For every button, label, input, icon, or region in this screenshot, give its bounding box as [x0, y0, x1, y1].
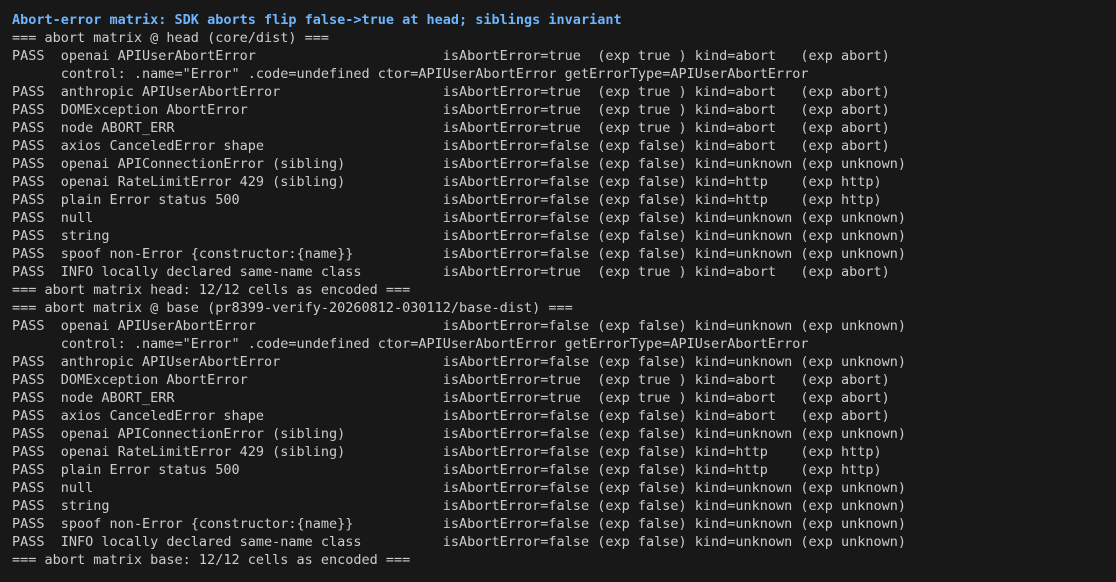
head-row-string: PASS string isAbortError=false (exp fals… [12, 228, 907, 244]
base-matrix-summary: === abort matrix base: 12/12 cells as en… [12, 552, 411, 568]
base-matrix-header: === abort matrix @ base (pr8399-verify-2… [12, 300, 573, 316]
head-row-axios-canceled: PASS axios CanceledError shape isAbortEr… [12, 138, 890, 154]
head-matrix-header: === abort matrix @ head (core/dist) === [12, 30, 329, 46]
base-row-openai-user-abort: PASS openai APIUserAbortError isAbortErr… [12, 318, 907, 334]
head-row-openai-connection: PASS openai APIConnectionError (sibling)… [12, 156, 907, 172]
terminal-output[interactable]: Abort-error matrix: SDK aborts flip fals… [0, 0, 1116, 582]
base-row-info-same-name-class: PASS INFO locally declared same-name cla… [12, 534, 907, 550]
head-row-node-abort-err: PASS node ABORT_ERR isAbortError=true (e… [12, 120, 890, 136]
head-row-openai-user-abort: PASS openai APIUserAbortError isAbortErr… [12, 48, 890, 64]
base-row-axios-canceled: PASS axios CanceledError shape isAbortEr… [12, 408, 890, 424]
head-row-anthropic-user-abort: PASS anthropic APIUserAbortError isAbort… [12, 84, 890, 100]
head-row-spoof-non-error: PASS spoof non-Error {constructor:{name}… [12, 246, 907, 262]
head-row-openai-ratelimit: PASS openai RateLimitError 429 (sibling)… [12, 174, 882, 190]
head-row-null: PASS null isAbortError=false (exp false)… [12, 210, 907, 226]
terminal-title: Abort-error matrix: SDK aborts flip fals… [12, 12, 622, 28]
base-row-openai-ratelimit: PASS openai RateLimitError 429 (sibling)… [12, 444, 882, 460]
base-row-plain-error-500: PASS plain Error status 500 isAbortError… [12, 462, 882, 478]
base-row-string: PASS string isAbortError=false (exp fals… [12, 498, 907, 514]
base-row-domexception-abort: PASS DOMException AbortError isAbortErro… [12, 372, 890, 388]
base-row-spoof-non-error: PASS spoof non-Error {constructor:{name}… [12, 516, 907, 532]
head-row-domexception-abort: PASS DOMException AbortError isAbortErro… [12, 102, 890, 118]
base-row-node-abort-err: PASS node ABORT_ERR isAbortError=true (e… [12, 390, 890, 406]
head-row-plain-error-500: PASS plain Error status 500 isAbortError… [12, 192, 882, 208]
head-matrix-summary: === abort matrix head: 12/12 cells as en… [12, 282, 411, 298]
head-control-line: control: .name="Error" .code=undefined c… [12, 66, 809, 82]
base-control-line: control: .name="Error" .code=undefined c… [12, 336, 809, 352]
head-row-info-same-name-class: PASS INFO locally declared same-name cla… [12, 264, 890, 280]
base-row-openai-connection: PASS openai APIConnectionError (sibling)… [12, 426, 907, 442]
base-row-anthropic-user-abort: PASS anthropic APIUserAbortError isAbort… [12, 354, 907, 370]
base-row-null: PASS null isAbortError=false (exp false)… [12, 480, 907, 496]
